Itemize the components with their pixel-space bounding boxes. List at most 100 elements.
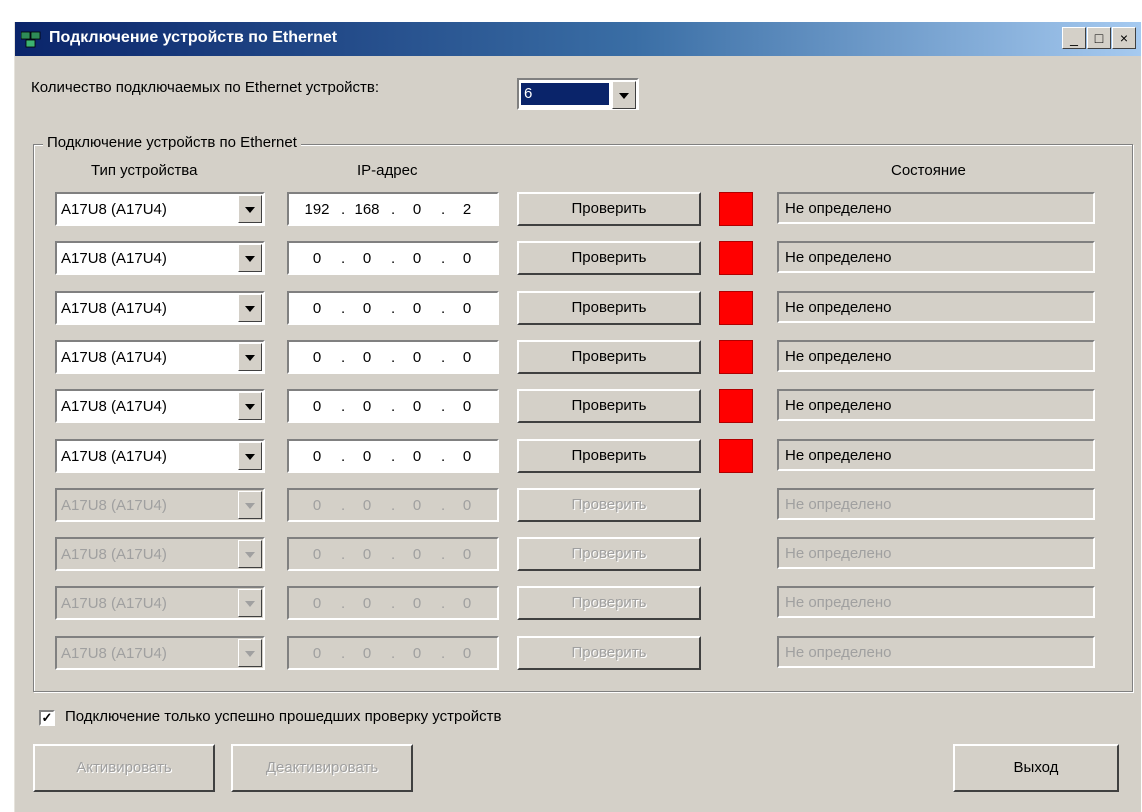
device-type-select[interactable]: A17U8 (A17U4) xyxy=(55,389,265,423)
chevron-down-icon[interactable] xyxy=(238,491,262,519)
ip-address-field[interactable]: 0000... xyxy=(287,389,499,423)
ip-octet[interactable]: 0 xyxy=(447,497,487,514)
ip-octet[interactable]: 0 xyxy=(297,645,337,662)
ip-dot: . xyxy=(391,250,396,267)
ip-octet[interactable]: 0 xyxy=(347,595,387,612)
device-type-select[interactable]: A17U8 (A17U4) xyxy=(55,241,265,275)
ip-octet[interactable]: 2 xyxy=(447,201,487,218)
device-type-select[interactable]: A17U8 (A17U4) xyxy=(55,586,265,620)
only-verified-checkbox[interactable]: ✓ xyxy=(39,710,55,726)
device-type-select[interactable]: A17U8 (A17U4) xyxy=(55,340,265,374)
ip-octet[interactable]: 0 xyxy=(297,595,337,612)
chevron-down-icon[interactable] xyxy=(238,442,262,470)
status-text: Не определено xyxy=(785,496,892,513)
ip-address-field[interactable]: 0000... xyxy=(287,340,499,374)
ip-octet[interactable]: 0 xyxy=(397,300,437,317)
ip-octet[interactable]: 0 xyxy=(447,398,487,415)
ip-octet[interactable]: 0 xyxy=(447,595,487,612)
ip-octet[interactable]: 0 xyxy=(297,398,337,415)
ip-address-field[interactable]: 0000... xyxy=(287,636,499,670)
chevron-down-icon[interactable] xyxy=(238,540,262,568)
check-button[interactable]: Проверить xyxy=(517,291,701,325)
check-button[interactable]: Проверить xyxy=(517,241,701,275)
ip-octet[interactable]: 0 xyxy=(397,448,437,465)
ip-octet[interactable]: 0 xyxy=(297,349,337,366)
ip-octet[interactable]: 192 xyxy=(297,201,337,218)
ip-octet[interactable]: 0 xyxy=(297,300,337,317)
ip-address-field[interactable]: 0000... xyxy=(287,586,499,620)
ip-octet[interactable]: 0 xyxy=(397,497,437,514)
ip-octet[interactable]: 0 xyxy=(397,546,437,563)
check-button[interactable]: Проверить xyxy=(517,537,701,571)
ip-octet[interactable]: 0 xyxy=(347,300,387,317)
device-type-select[interactable]: A17U8 (A17U4) xyxy=(55,291,265,325)
deactivate-button[interactable]: Деактивировать xyxy=(231,744,413,792)
ip-address-field[interactable]: 0000... xyxy=(287,439,499,473)
ip-octet[interactable]: 0 xyxy=(347,250,387,267)
ip-octet[interactable]: 0 xyxy=(347,497,387,514)
status-indicator xyxy=(719,291,753,325)
device-type-select[interactable]: A17U8 (A17U4) xyxy=(55,636,265,670)
device-type-select[interactable]: A17U8 (A17U4) xyxy=(55,192,265,226)
check-button[interactable]: Проверить xyxy=(517,488,701,522)
ip-octet[interactable]: 0 xyxy=(347,349,387,366)
ip-octet[interactable]: 0 xyxy=(447,645,487,662)
device-type-select[interactable]: A17U8 (A17U4) xyxy=(55,488,265,522)
chevron-down-icon[interactable] xyxy=(238,294,262,322)
ip-octet[interactable]: 0 xyxy=(347,546,387,563)
ip-dot: . xyxy=(391,201,396,218)
exit-button[interactable]: Выход xyxy=(953,744,1119,792)
maximize-button[interactable]: □ xyxy=(1087,27,1111,49)
chevron-down-icon[interactable] xyxy=(612,81,636,109)
ip-address-field[interactable]: 192 168 0 2... xyxy=(287,192,499,226)
ip-octet[interactable]: 0 xyxy=(447,250,487,267)
minimize-button[interactable]: _ xyxy=(1062,27,1086,49)
ip-octet[interactable]: 0 xyxy=(297,250,337,267)
check-button[interactable]: Проверить xyxy=(517,439,701,473)
ip-octet[interactable]: 0 xyxy=(297,448,337,465)
title-bar[interactable]: Подключение устройств по Ethernet _ □ × xyxy=(15,22,1141,56)
chevron-down-icon[interactable] xyxy=(238,195,262,223)
ip-address-field[interactable]: 0000... xyxy=(287,291,499,325)
check-button[interactable]: Проверить xyxy=(517,636,701,670)
check-button[interactable]: Проверить xyxy=(517,192,701,226)
check-button[interactable]: Проверить xyxy=(517,389,701,423)
ip-octet[interactable]: 0 xyxy=(297,546,337,563)
ip-octet[interactable]: 0 xyxy=(397,349,437,366)
ip-octet[interactable]: 0 xyxy=(347,645,387,662)
ip-octet[interactable]: 0 xyxy=(347,448,387,465)
ip-address-field[interactable]: 0000... xyxy=(287,241,499,275)
ip-octet[interactable]: 0 xyxy=(397,250,437,267)
ip-octet[interactable]: 168 xyxy=(347,201,387,218)
ip-octet[interactable]: 0 xyxy=(397,645,437,662)
ip-octet[interactable]: 0 xyxy=(447,349,487,366)
chevron-down-icon[interactable] xyxy=(238,343,262,371)
ip-octet[interactable]: 0 xyxy=(447,300,487,317)
chevron-down-icon[interactable] xyxy=(238,392,262,420)
ip-octet[interactable]: 0 xyxy=(397,595,437,612)
ip-octet[interactable]: 0 xyxy=(447,546,487,563)
ip-octet[interactable]: 0 xyxy=(447,448,487,465)
ip-octet[interactable]: 0 xyxy=(297,497,337,514)
device-count-select[interactable]: 6 xyxy=(517,78,639,110)
device-type-select[interactable]: A17U8 (A17U4) xyxy=(55,537,265,571)
device-type-value: A17U8 (A17U4) xyxy=(61,349,167,366)
chevron-down-icon[interactable] xyxy=(238,639,262,667)
ip-dot: . xyxy=(391,595,396,612)
chevron-down-icon[interactable] xyxy=(238,589,262,617)
ip-address-field[interactable]: 0000... xyxy=(287,488,499,522)
ip-octet[interactable]: 0 xyxy=(397,201,437,218)
check-button[interactable]: Проверить xyxy=(517,586,701,620)
ip-address-field[interactable]: 0000... xyxy=(287,537,499,571)
ip-octet[interactable]: 0 xyxy=(397,398,437,415)
ip-octet[interactable]: 0 xyxy=(347,398,387,415)
close-button[interactable]: × xyxy=(1112,27,1136,49)
status-indicator xyxy=(719,389,753,423)
activate-button[interactable]: Активировать xyxy=(33,744,215,792)
status-indicator xyxy=(719,439,753,473)
window-title: Подключение устройств по Ethernet xyxy=(49,29,338,46)
chevron-down-icon[interactable] xyxy=(238,244,262,272)
device-type-select[interactable]: A17U8 (A17U4) xyxy=(55,439,265,473)
check-button[interactable]: Проверить xyxy=(517,340,701,374)
status-text: Не определено xyxy=(785,249,892,266)
